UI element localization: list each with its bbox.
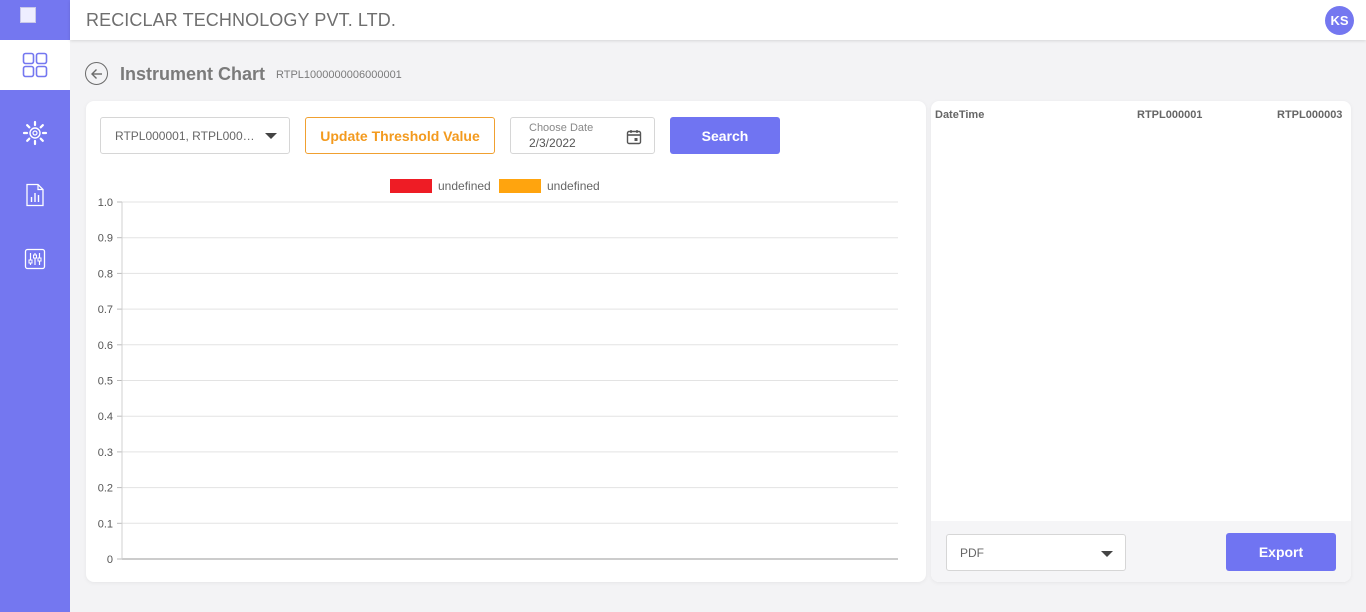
sidebar-item-adjustments[interactable] — [0, 239, 70, 279]
y-tick-label-6: 0.4 — [98, 411, 113, 423]
logo[interactable] — [0, 0, 70, 40]
y-tick-label-1: 0.9 — [98, 233, 113, 245]
y-tick-label-7: 0.3 — [98, 447, 113, 459]
export-format-value: PDF — [960, 546, 984, 560]
column-header-rtpl000001[interactable]: RTPL000001 — [1137, 109, 1202, 121]
date-value: 2/3/2022 — [529, 136, 576, 150]
instrument-select-value: RTPL000001, RTPL000… — [115, 129, 255, 143]
chevron-down-icon — [1101, 551, 1113, 557]
sidebar-item-dashboard[interactable] — [0, 40, 70, 90]
line-chart: undefined undefined 1.0 0.9 0.8 0.7 0.6 0.5 0.4 0… — [98, 179, 898, 566]
back-button[interactable] — [85, 62, 108, 85]
data-table-card: DateTime RTPL000001 RTPL000003 PDF Expor… — [931, 101, 1351, 582]
sidebar-item-reports[interactable] — [0, 175, 70, 215]
legend-swatch-1 — [499, 179, 541, 193]
legend-label-0: undefined — [438, 179, 491, 193]
legend-swatch-0 — [390, 179, 432, 193]
y-tick-label-5: 0.5 — [98, 376, 113, 388]
y-tick-label-8: 0.2 — [98, 483, 113, 495]
top-header: RECICLAR TECHNOLOGY PVT. LTD. KS — [70, 0, 1366, 40]
column-header-datetime[interactable]: DateTime — [935, 109, 984, 121]
export-format-select[interactable]: PDF — [946, 534, 1126, 571]
column-header-rtpl000003[interactable]: RTPL000003 — [1277, 109, 1342, 121]
y-tick-label-0: 1.0 — [98, 197, 113, 209]
y-tick-label-2: 0.8 — [98, 268, 113, 280]
y-tick-label-3: 0.7 — [98, 304, 113, 316]
table-footer: PDF Export — [931, 521, 1351, 582]
y-tick-label-9: 0.1 — [98, 518, 113, 530]
user-avatar[interactable]: KS — [1325, 6, 1354, 35]
sliders-icon — [24, 248, 46, 270]
search-button[interactable]: Search — [670, 117, 780, 154]
sidebar — [0, 0, 70, 612]
arrow-left-icon — [90, 68, 102, 79]
sidebar-item-settings[interactable] — [0, 113, 70, 153]
report-chart-icon — [26, 183, 44, 207]
instrument-select[interactable]: RTPL000001, RTPL000… — [100, 117, 290, 154]
calendar-icon[interactable] — [626, 129, 642, 145]
gear-settings-icon — [22, 120, 48, 146]
chart-card: RTPL000001, RTPL000… Update Threshold Va… — [86, 101, 926, 582]
date-picker[interactable]: Choose Date 2/3/2022 — [510, 117, 655, 154]
dashboard-grid-icon — [22, 52, 48, 78]
date-label: Choose Date — [529, 122, 594, 134]
export-button[interactable]: Export — [1226, 533, 1336, 571]
y-tick-label-4: 0.6 — [98, 340, 113, 352]
y-tick-label-10: 0 — [107, 554, 113, 566]
page-title: Instrument Chart — [120, 64, 266, 84]
legend-label-1: undefined — [547, 179, 600, 193]
broken-image-icon — [20, 7, 36, 23]
instrument-id: RTPL1000000006000001 — [276, 69, 402, 81]
company-name: RECICLAR TECHNOLOGY PVT. LTD. — [86, 10, 396, 30]
chevron-down-icon — [265, 133, 277, 139]
update-threshold-button[interactable]: Update Threshold Value — [305, 117, 495, 154]
